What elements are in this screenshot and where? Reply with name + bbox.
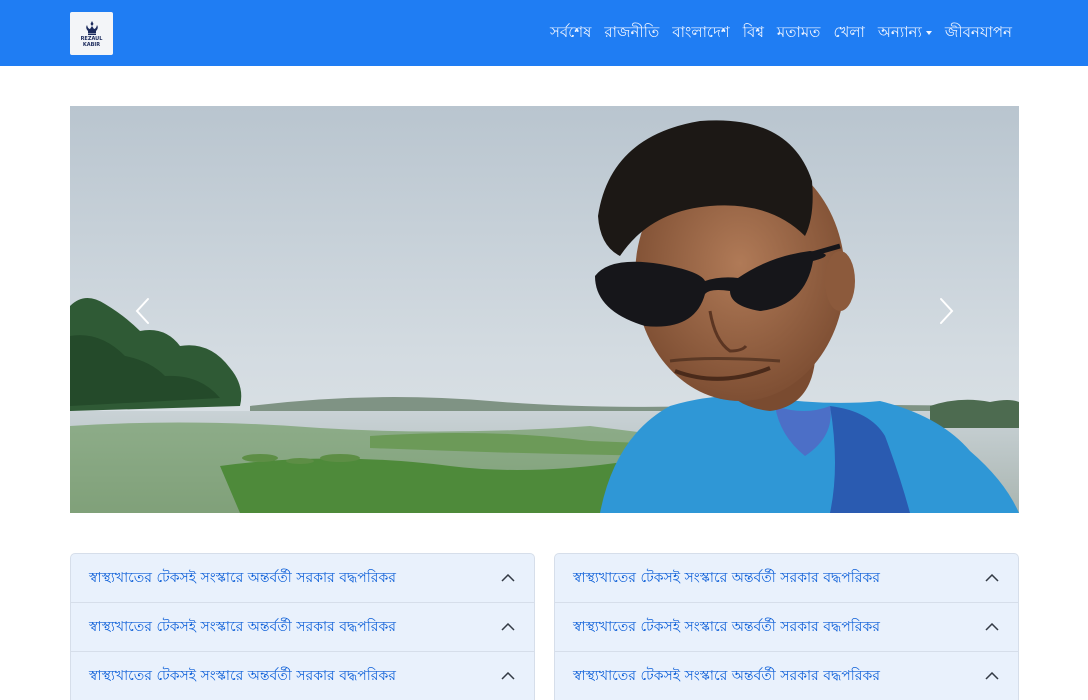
- carousel-prev-button[interactable]: [117, 286, 167, 336]
- nav-item-world[interactable]: বিশ্ব: [743, 21, 764, 46]
- nav-item-lifestyle[interactable]: জীবনযাপন: [945, 21, 1012, 46]
- nav-item-sports[interactable]: খেলা: [833, 21, 864, 46]
- nav-item-label: খেলা: [833, 22, 865, 41]
- nav-item-bangladesh[interactable]: বাংলাদেশ: [672, 21, 729, 46]
- logo-text-line2: KABIR: [82, 41, 101, 48]
- hero-carousel: [70, 106, 1019, 513]
- nav-item-label: মতামত: [776, 22, 821, 41]
- accordion-title: স্বাস্থ্যখাতের টেকসই সংস্কারে অন্তর্বর্ত…: [89, 570, 396, 586]
- accordion-header[interactable]: স্বাস্থ্যখাতের টেকসই সংস্কারে অন্তর্বর্ত…: [70, 602, 535, 651]
- chevron-up-icon: [984, 619, 1000, 635]
- accordion-right: স্বাস্থ্যখাতের টেকসই সংস্কারে অন্তর্বর্ত…: [554, 553, 1019, 700]
- accordion-title: স্বাস্থ্যখাতের টেকসই সংস্কারে অন্তর্বর্ত…: [573, 619, 880, 635]
- nav-item-others-dropdown[interactable]: অন্যান্য: [878, 21, 932, 46]
- carousel-next-button[interactable]: [922, 286, 972, 336]
- nav-item-opinion[interactable]: মতামত: [777, 21, 821, 46]
- accordion-header[interactable]: স্বাস্থ্যখাতের টেকসই সংস্কারে অন্তর্বর্ত…: [70, 553, 535, 602]
- accordion-title: স্বাস্থ্যখাতের টেকসই সংস্কারে অন্তর্বর্ত…: [89, 668, 396, 684]
- accordion-header[interactable]: স্বাস্থ্যখাতের টেকসই সংস্কারে অন্তর্বর্ত…: [554, 651, 1019, 700]
- site-logo[interactable]: REZAUL KABIR: [70, 12, 113, 55]
- accordion-header[interactable]: স্বাস্থ্যখাতের টেকসই সংস্কারে অন্তর্বর্ত…: [554, 602, 1019, 651]
- accordion-header[interactable]: স্বাস্থ্যখাতের টেকসই সংস্কারে অন্তর্বর্ত…: [554, 553, 1019, 602]
- accordion-title: স্বাস্থ্যখাতের টেকসই সংস্কারে অন্তর্বর্ত…: [573, 570, 880, 586]
- nav-item-label: রাজনীতি: [604, 22, 660, 41]
- nav-item-label: সর্বশেষ: [549, 22, 592, 41]
- accordion-left: স্বাস্থ্যখাতের টেকসই সংস্কারে অন্তর্বর্ত…: [70, 553, 535, 700]
- accordion-title: স্বাস্থ্যখাতের টেকসই সংস্কারে অন্তর্বর্ত…: [573, 668, 880, 684]
- crown-emblem-icon: [85, 20, 98, 35]
- nav-menu: সর্বশেষ রাজনীতি বাংলাদেশ বিশ্ব মতামত খেল…: [550, 0, 1012, 66]
- chevron-left-icon: [135, 298, 149, 324]
- chevron-right-icon: [940, 298, 954, 324]
- nav-item-latest[interactable]: সর্বশেষ: [550, 21, 591, 46]
- caret-down-icon: [925, 31, 932, 35]
- nav-item-politics[interactable]: রাজনীতি: [604, 21, 659, 46]
- carousel-slide-image: [70, 106, 1019, 513]
- nav-item-label: বিশ্ব: [742, 22, 764, 41]
- chevron-up-icon: [984, 668, 1000, 684]
- chevron-up-icon: [500, 619, 516, 635]
- nav-item-label: অন্যান্য: [877, 22, 922, 41]
- chevron-up-icon: [500, 570, 516, 586]
- accordion-title: স্বাস্থ্যখাতের টেকসই সংস্কারে অন্তর্বর্ত…: [89, 619, 396, 635]
- chevron-up-icon: [500, 668, 516, 684]
- chevron-up-icon: [984, 570, 1000, 586]
- nav-item-label: বাংলাদেশ: [672, 22, 730, 41]
- nav-item-label: জীবনযাপন: [944, 22, 1012, 41]
- logo-text-line1: REZAUL: [80, 35, 103, 42]
- accordion-header[interactable]: স্বাস্থ্যখাতের টেকসই সংস্কারে অন্তর্বর্ত…: [70, 651, 535, 700]
- top-navbar: REZAUL KABIR সর্বশেষ রাজনীতি বাংলাদেশ বি…: [0, 0, 1088, 66]
